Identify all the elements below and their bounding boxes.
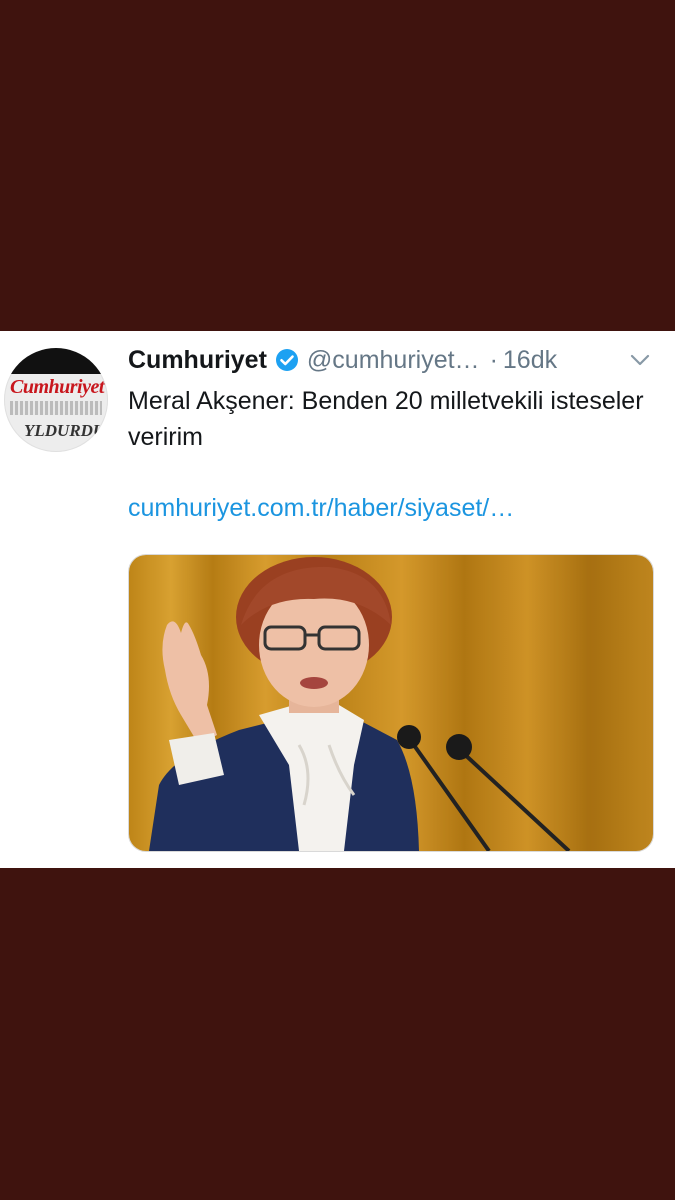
verified-badge-icon bbox=[275, 348, 299, 372]
tweet-text: Meral Akşener: Benden 20 milletvekili is… bbox=[128, 387, 644, 451]
avatar-newspaper-header bbox=[4, 348, 108, 374]
tweet-link[interactable]: cumhuriyet.com.tr/haber/siyaset/… bbox=[128, 494, 514, 523]
tweet-media-photo[interactable] bbox=[128, 554, 654, 852]
tweet-header: Cumhuriyet @cumhuriyet… · 16dk bbox=[128, 344, 557, 376]
avatar-fine-print bbox=[10, 401, 102, 415]
tweet-timestamp[interactable]: 16dk bbox=[503, 346, 557, 375]
account-handle[interactable]: @cumhuriyet… bbox=[307, 346, 480, 375]
avatar-logo-text: Cumhuriyet bbox=[10, 376, 104, 398]
account-name[interactable]: Cumhuriyet bbox=[128, 346, 267, 375]
avatar-headline-text: YLDURDUR bbox=[24, 421, 108, 440]
chevron-down-icon[interactable] bbox=[628, 350, 652, 370]
separator-dot: · bbox=[489, 345, 498, 374]
avatar[interactable]: Cumhuriyet YLDURDUR bbox=[4, 348, 108, 452]
